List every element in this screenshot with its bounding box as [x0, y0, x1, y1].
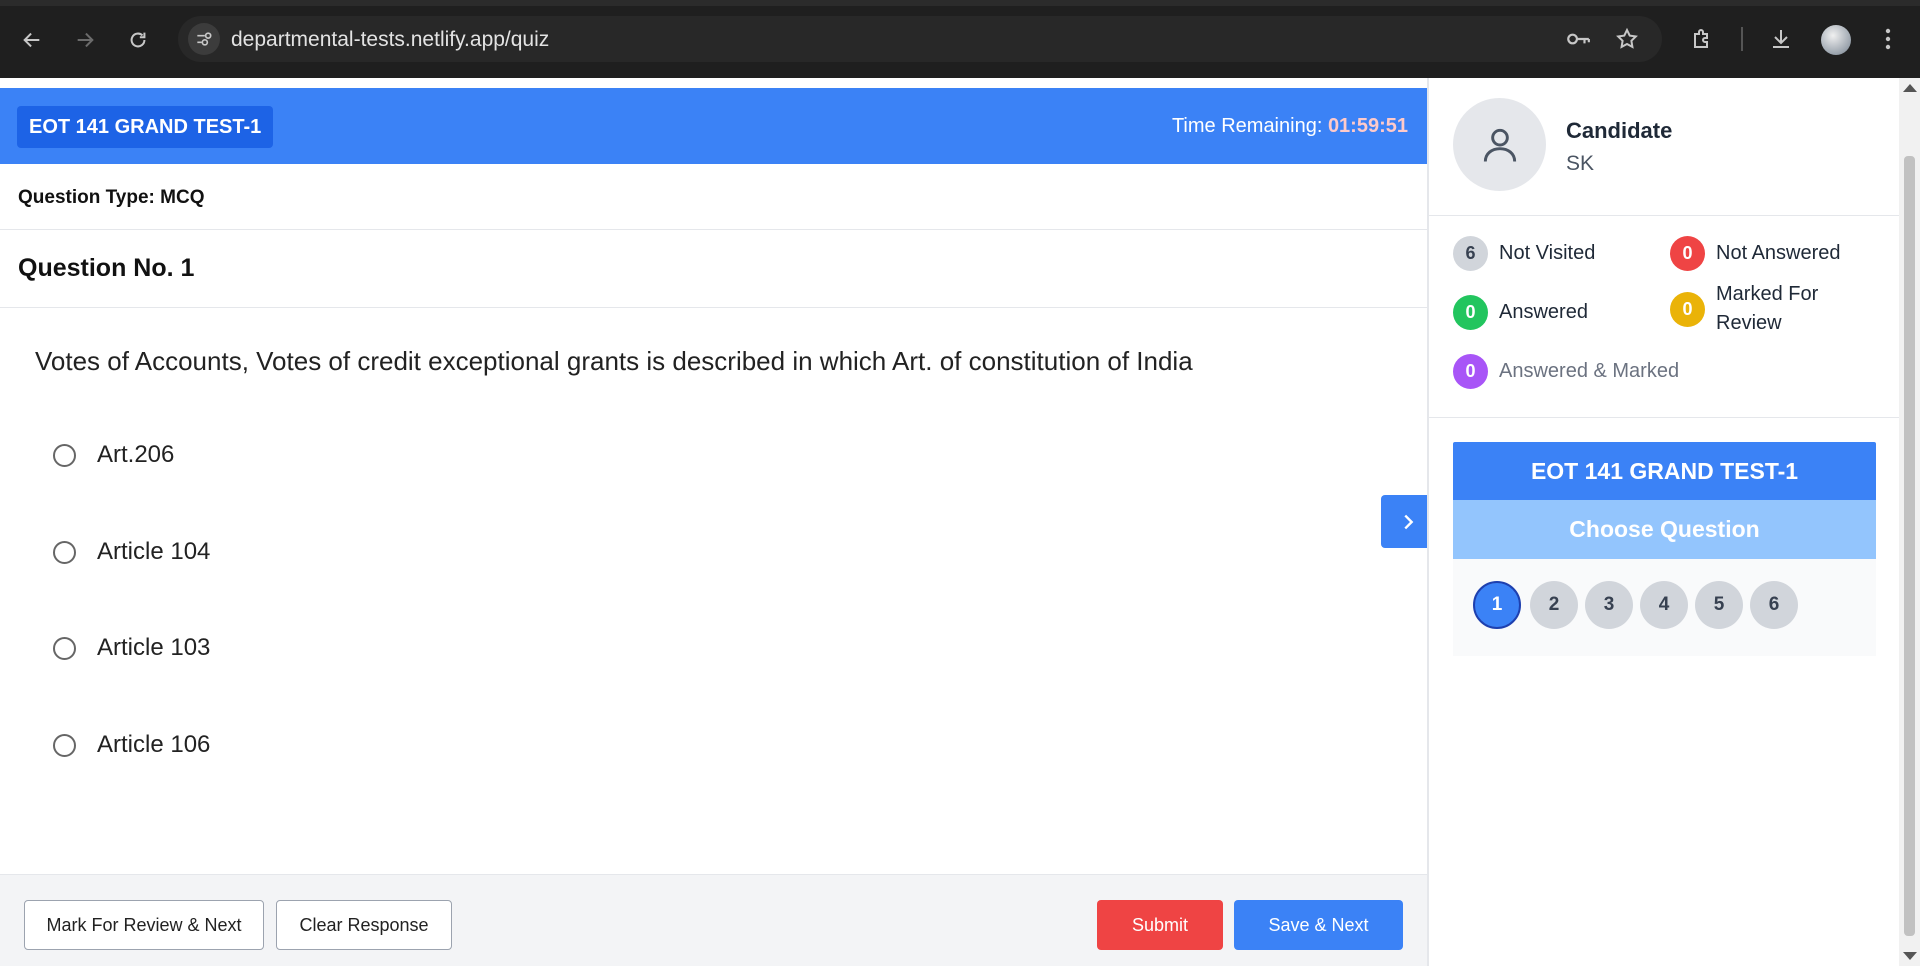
option-label: Article 106 [97, 731, 211, 758]
question-button-2[interactable]: 2 [1530, 581, 1578, 629]
legend-count: 0 [1670, 291, 1705, 327]
scroll-thumb[interactable] [1904, 156, 1915, 936]
test-title: EOT 141 GRAND TEST-1 [17, 106, 274, 148]
option-label: Article 103 [97, 634, 211, 661]
bookmark-star-icon[interactable] [1614, 26, 1640, 52]
palette-grid: 1 2 3 4 5 6 [1453, 559, 1876, 656]
legend-answered-marked: 0 Answered & Marked [1453, 354, 1679, 389]
palette-title: EOT 141 GRAND TEST-1 [1453, 442, 1876, 500]
question-button-6[interactable]: 6 [1750, 581, 1798, 629]
timer-label: Time Remaining: [1171, 115, 1328, 137]
extensions-icon[interactable] [1685, 22, 1719, 56]
reload-icon[interactable] [120, 22, 156, 58]
address-bar[interactable]: departmental-tests.netlify.app/quiz [178, 16, 1662, 62]
option-3[interactable]: Article 103 [53, 631, 210, 665]
option-radio[interactable] [53, 636, 76, 660]
option-radio[interactable] [53, 443, 76, 467]
page-scrollbar[interactable] [1899, 78, 1920, 966]
quiz-header: EOT 141 GRAND TEST-1 Time Remaining: 01:… [0, 88, 1427, 164]
option-radio[interactable] [53, 540, 76, 564]
menu-icon[interactable] [1871, 22, 1905, 56]
save-next-button[interactable]: Save & Next [1234, 900, 1403, 950]
candidate-title: Candidate [1566, 118, 1673, 143]
option-4[interactable]: Article 106 [53, 728, 210, 762]
question-text: Votes of Accounts, Votes of credit excep… [35, 346, 1193, 376]
legend-count: 6 [1453, 236, 1488, 271]
profile-avatar[interactable] [1821, 25, 1851, 55]
question-button-1[interactable]: 1 [1473, 581, 1521, 629]
scroll-up-icon[interactable] [1903, 84, 1917, 92]
option-2[interactable]: Article 104 [53, 535, 210, 569]
option-radio[interactable] [53, 733, 76, 757]
candidate-name: SK [1566, 152, 1595, 175]
tab-strip [0, 0, 1920, 6]
question-button-4[interactable]: 4 [1640, 581, 1688, 629]
browser-chrome: departmental-tests.netlify.app/quiz [0, 0, 1920, 78]
question-number: Question No. 1 [18, 254, 195, 282]
legend-label: Not Visited [1499, 242, 1596, 264]
scroll-down-icon[interactable] [1903, 952, 1917, 960]
url-text[interactable]: departmental-tests.netlify.app/quiz [231, 28, 549, 52]
palette-subtitle: Choose Question [1453, 500, 1876, 559]
option-1[interactable]: Art.206 [53, 438, 174, 472]
question-type-bar: Question Type: MCQ [0, 164, 1427, 230]
legend-count: 0 [1453, 354, 1488, 389]
action-bar: Mark For Review & Next Clear Response Su… [0, 874, 1427, 966]
legend-count: 0 [1453, 295, 1488, 330]
legend-marked-review: 0 Marked For Review [1670, 280, 1870, 338]
question-type: Question Type: MCQ [18, 187, 205, 208]
question-palette: EOT 141 GRAND TEST-1 Choose Question 1 2… [1453, 442, 1876, 656]
chevron-right-icon [1403, 514, 1413, 529]
timer: Time Remaining: 01:59:51 [1172, 115, 1408, 138]
toolbar-separator [1741, 27, 1743, 51]
legend-count: 0 [1670, 236, 1705, 271]
status-legend: 6 Not Visited 0 Not Answered 0 Answered … [1429, 216, 1899, 418]
question-number-bar: Question No. 1 [0, 230, 1427, 308]
legend-label: Answered [1499, 301, 1588, 323]
mark-review-next-button[interactable]: Mark For Review & Next [24, 900, 264, 950]
candidate-card: Candidate SK [1429, 78, 1899, 216]
legend-not-answered: 0 Not Answered [1670, 236, 1841, 271]
legend-not-visited: 6 Not Visited [1453, 236, 1595, 271]
legend-label: Not Answered [1716, 242, 1841, 264]
legend-answered: 0 Answered [1453, 295, 1588, 330]
option-label: Art.206 [97, 441, 175, 468]
site-info-icon[interactable] [188, 23, 220, 55]
user-icon [1453, 98, 1546, 191]
clear-response-button[interactable]: Clear Response [276, 900, 452, 950]
question-palette-sidebar: Candidate SK 6 Not Visited 0 Not Answere… [1427, 78, 1899, 966]
download-icon[interactable] [1764, 22, 1798, 56]
legend-label: Answered & Marked [1499, 360, 1680, 382]
timer-value: 01:59:51 [1327, 115, 1408, 137]
back-icon[interactable] [14, 22, 50, 58]
question-button-5[interactable]: 5 [1695, 581, 1743, 629]
forward-icon[interactable] [67, 22, 103, 58]
legend-label: Marked For Review [1716, 283, 1819, 334]
option-label: Article 104 [97, 538, 211, 565]
question-button-3[interactable]: 3 [1585, 581, 1633, 629]
submit-button[interactable]: Submit [1097, 900, 1223, 950]
key-icon[interactable] [1565, 26, 1591, 52]
